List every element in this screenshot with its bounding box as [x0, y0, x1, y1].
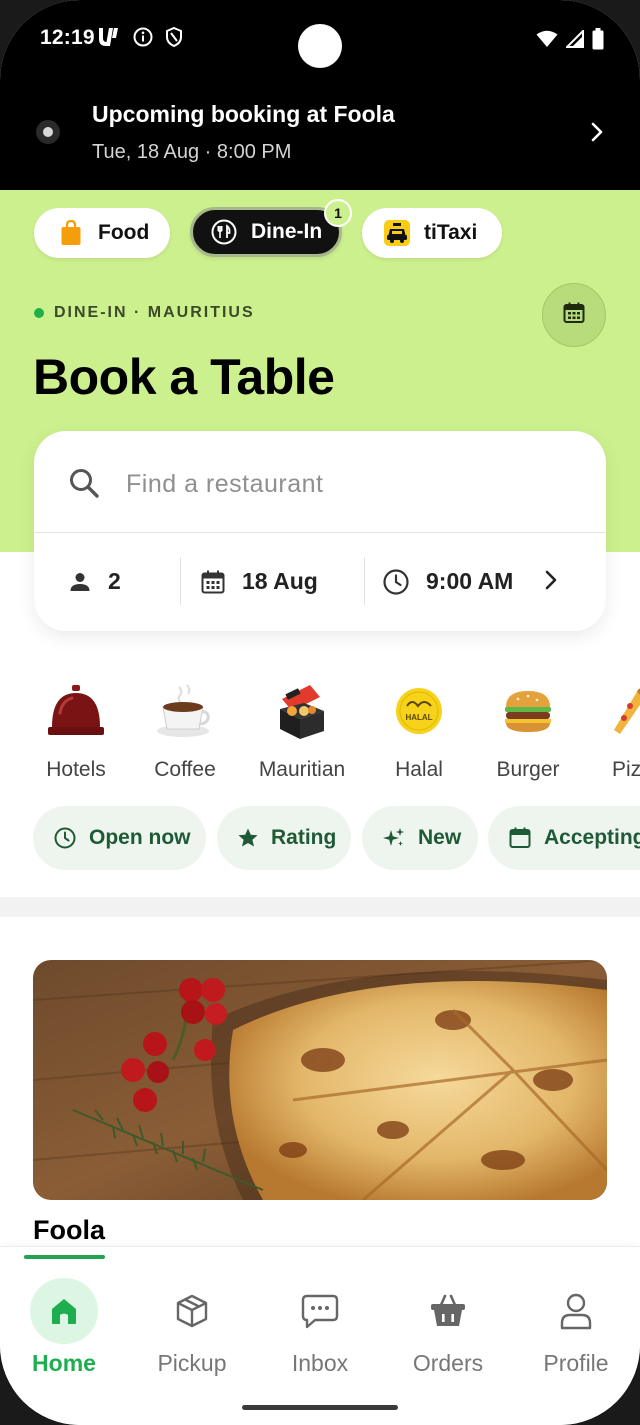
clock-icon [382, 568, 410, 596]
taxi-icon [384, 220, 410, 246]
calendar-icon [508, 826, 532, 850]
booking-search-card: 2 18 Aug 9:00 AM [34, 431, 606, 631]
chat-bubble-icon [286, 1278, 354, 1344]
category-mauritian[interactable]: Mauritian [247, 676, 357, 782]
chevron-right-icon[interactable] [590, 120, 604, 149]
region-label: DINE-IN · MAURITIUS [34, 304, 255, 322]
status-and-banner: 12:19 Upcoming booking at Foola Tue, 18 … [0, 0, 640, 190]
category-label: Piz [612, 758, 640, 781]
person-icon [542, 1278, 610, 1344]
coffee-cup-icon [130, 676, 240, 746]
restaurant-image[interactable] [33, 960, 607, 1200]
date-value: 18 Aug [242, 568, 318, 594]
burger-icon [473, 676, 583, 746]
tab-food-label: Food [98, 221, 150, 244]
time-selector[interactable]: 9:00 AM [382, 532, 513, 631]
divider [180, 557, 181, 605]
shield-icon [164, 26, 184, 53]
nav-pickup[interactable]: Pickup [128, 1278, 256, 1377]
tab-dine-in[interactable]: Dine-In [190, 207, 342, 257]
nav-inbox[interactable]: Inbox [256, 1278, 384, 1377]
guests-selector[interactable]: 2 [68, 532, 121, 631]
page-title: Book a Table [33, 349, 335, 405]
mauritian-food-box-icon [247, 676, 357, 746]
filter-label: Open now [89, 826, 191, 849]
app-logo-icon [96, 26, 122, 53]
booking-banner-title[interactable]: Upcoming booking at Foola [92, 101, 395, 128]
halal-text: HALAL [405, 713, 432, 722]
app-screen: 12:19 Upcoming booking at Foola Tue, 18 … [0, 0, 640, 1425]
divider [364, 557, 365, 605]
live-dot [34, 308, 44, 318]
nav-profile[interactable]: Profile [512, 1278, 640, 1377]
filter-label: Rating [271, 826, 337, 849]
tab-food[interactable]: Food [34, 208, 170, 258]
active-tab-indicator [24, 1255, 105, 1259]
nav-label: Pickup [157, 1350, 227, 1376]
booking-status-dot [36, 120, 60, 144]
nav-label: Orders [412, 1350, 484, 1376]
filter-accepting[interactable]: Accepting [488, 806, 640, 870]
nav-home[interactable]: Home [0, 1278, 128, 1377]
tab-dine-in-label: Dine-In [251, 220, 323, 243]
category-label: Burger [496, 758, 560, 781]
calendar-button[interactable] [542, 283, 606, 347]
nav-label: Home [32, 1350, 96, 1376]
sparkle-icon [382, 826, 406, 850]
status-left-icons [96, 26, 184, 53]
basket-icon [414, 1278, 482, 1344]
wifi-icon [536, 30, 558, 53]
nav-label: Profile [543, 1350, 609, 1376]
category-hotels[interactable]: Hotels [21, 676, 131, 782]
info-icon [132, 26, 154, 53]
guests-value: 2 [108, 568, 121, 594]
section-divider [0, 897, 640, 917]
service-bell-icon [21, 676, 131, 746]
dine-in-count-badge: 1 [324, 199, 352, 227]
pizza-slice-icon [584, 676, 640, 746]
category-label: Halal [395, 758, 443, 781]
time-value: 9:00 AM [426, 568, 514, 594]
fork-knife-icon [211, 219, 237, 245]
filter-label: Accepting [544, 826, 640, 849]
category-label: Hotels [46, 758, 106, 781]
battery-icon [592, 28, 604, 55]
nav-label: Inbox [291, 1350, 349, 1376]
shopping-bag-icon [58, 220, 84, 246]
tab-titaxi-label: tiTaxi [424, 221, 478, 244]
status-time: 12:19 [40, 26, 95, 49]
category-coffee[interactable]: Coffee [130, 676, 240, 782]
region-text: DINE-IN · MAURITIUS [54, 304, 255, 321]
calendar-icon [562, 301, 586, 330]
status-right-icons [536, 28, 604, 55]
category-halal[interactable]: HALAL Halal [364, 676, 474, 782]
package-icon [158, 1278, 226, 1344]
halal-badge-icon: HALAL [364, 676, 474, 746]
calendar-icon [200, 569, 226, 595]
filter-label: New [418, 826, 462, 849]
category-label: Mauritian [258, 758, 346, 781]
search-row[interactable] [34, 431, 606, 533]
category-label: Coffee [154, 758, 216, 781]
category-burger[interactable]: Burger [473, 676, 583, 782]
booking-banner-subtitle: Tue, 18 Aug · 8:00 PM [92, 141, 292, 163]
restaurant-name[interactable]: Foola [33, 1215, 105, 1246]
filter-open-now[interactable]: Open now [33, 806, 206, 870]
signal-icon [564, 28, 584, 53]
search-icon [68, 467, 100, 504]
filter-new[interactable]: New [362, 806, 478, 870]
clock-icon [53, 826, 77, 850]
gesture-home-bar[interactable] [242, 1405, 398, 1410]
tab-titaxi[interactable]: tiTaxi [362, 208, 502, 258]
home-icon [30, 1278, 98, 1344]
category-pizza[interactable]: Piz [584, 676, 640, 782]
nav-orders[interactable]: Orders [384, 1278, 512, 1377]
camera-cutout [298, 24, 342, 68]
star-icon [237, 827, 259, 849]
restaurant-search-input[interactable] [124, 461, 568, 507]
filter-rating[interactable]: Rating [217, 806, 351, 870]
date-selector[interactable]: 18 Aug [200, 532, 318, 631]
person-icon [68, 570, 92, 594]
chevron-right-icon[interactable] [544, 569, 558, 596]
